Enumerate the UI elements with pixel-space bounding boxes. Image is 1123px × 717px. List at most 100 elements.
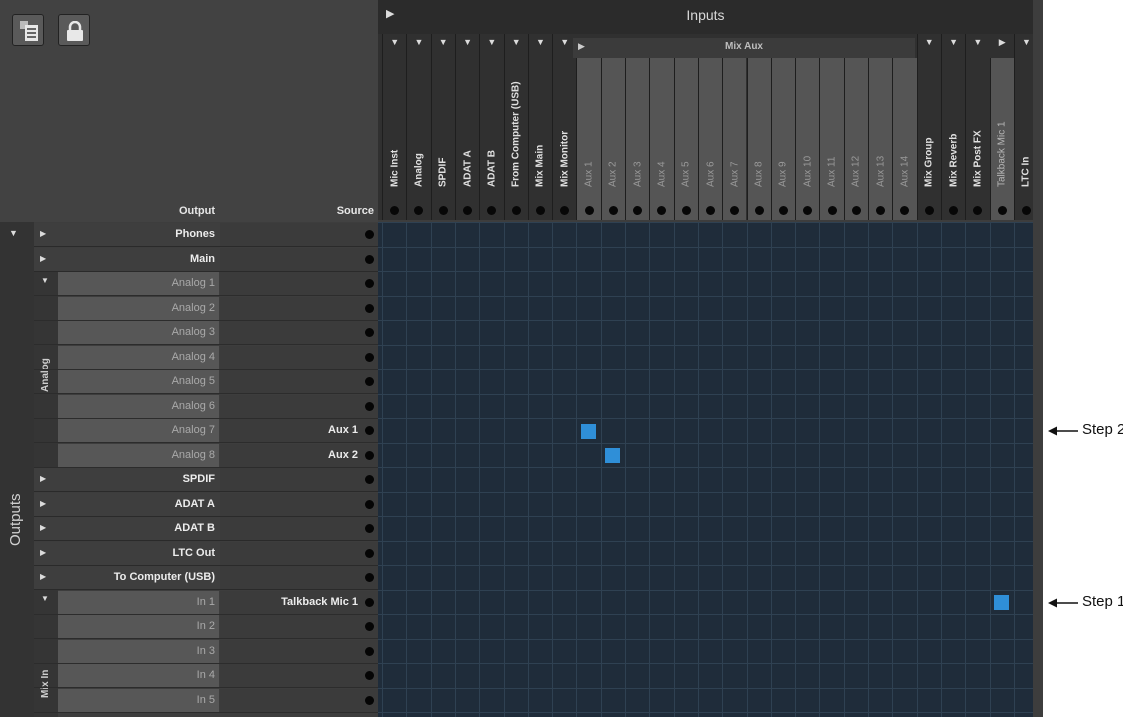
row-connector-dot[interactable] xyxy=(365,548,374,558)
outputs-collapse-icon[interactable]: ▼ xyxy=(9,228,18,238)
row-connector-dot[interactable] xyxy=(365,279,374,288)
column-connector-dot[interactable] xyxy=(900,206,910,215)
row-expand-icon[interactable]: ▶ xyxy=(40,572,46,581)
lock-button[interactable] xyxy=(58,14,90,46)
output-row-in-5[interactable]: In 5 xyxy=(34,688,378,713)
column-analog[interactable]: ▼ Analog xyxy=(406,34,430,220)
column-aux-14[interactable]: Aux 14 xyxy=(892,58,917,220)
output-row-in-3[interactable]: In 3 xyxy=(34,639,378,664)
output-row-analog-3[interactable]: Analog 3 xyxy=(34,321,378,345)
column-talkback-mic-1[interactable]: ▶ Talkback Mic 1 xyxy=(989,38,1014,220)
row-connector-dot[interactable] xyxy=(365,450,374,460)
row-expand-icon[interactable]: ▶ xyxy=(40,474,46,483)
column-aux-12[interactable]: Aux 12 xyxy=(843,58,868,220)
column-connector-dot[interactable] xyxy=(414,206,424,215)
column-mix-monitor[interactable]: ▼ Mix Monitor xyxy=(552,34,576,220)
row-connector-dot[interactable] xyxy=(365,328,374,337)
column-aux-7[interactable]: Aux 7 xyxy=(722,58,747,220)
row-connector-dot[interactable] xyxy=(365,254,374,264)
route-cell[interactable] xyxy=(605,448,621,464)
output-row-analog-8[interactable]: Analog 8 Aux 2 xyxy=(34,443,378,468)
output-row-in-4[interactable]: In 4 xyxy=(34,664,378,688)
row-connector-dot[interactable] xyxy=(365,524,374,533)
column-aux-2[interactable]: Aux 2 xyxy=(600,58,625,220)
output-row-main[interactable]: ▶ Main xyxy=(34,247,378,272)
column-mix-main[interactable]: ▼ Mix Main xyxy=(527,34,552,220)
column-menu-icon[interactable]: ▼ xyxy=(966,38,989,47)
column-aux-13[interactable]: Aux 13 xyxy=(868,58,893,220)
column-mix-post-fx[interactable]: ▼ Mix Post FX xyxy=(965,34,989,220)
output-row-analog-5[interactable]: Analog 5 xyxy=(34,370,378,394)
column-menu-icon[interactable]: ▼ xyxy=(383,38,406,47)
column-aux-11[interactable]: Aux 11 xyxy=(819,58,844,220)
output-row-adat-a[interactable]: ▶ ADAT A xyxy=(34,492,378,517)
output-row-analog-1[interactable]: Analog 1 xyxy=(34,272,378,296)
row-connector-dot[interactable] xyxy=(365,426,374,435)
column-from-computer-usb-[interactable]: ▼ From Computer (USB) xyxy=(503,34,528,220)
column-menu-icon[interactable]: ▼ xyxy=(529,38,552,47)
routing-grid[interactable] xyxy=(378,222,1033,717)
output-row-analog-7[interactable]: Analog 7 Aux 1 xyxy=(34,419,378,443)
column-aux-4[interactable]: Aux 4 xyxy=(649,58,674,220)
column-connector-dot[interactable] xyxy=(487,206,497,215)
output-row-in-2[interactable]: In 2 xyxy=(34,615,378,639)
row-connector-dot[interactable] xyxy=(365,377,374,386)
route-cell[interactable] xyxy=(581,423,597,439)
row-connector-dot[interactable] xyxy=(365,671,374,680)
column-connector-dot[interactable] xyxy=(949,206,959,215)
column-adat-b[interactable]: ▼ ADAT B xyxy=(479,34,503,220)
output-row-adat-b[interactable]: ▶ ADAT B xyxy=(34,517,378,541)
column-aux-6[interactable]: Aux 6 xyxy=(697,58,723,220)
column-menu-icon[interactable]: ▼ xyxy=(505,38,528,47)
row-connector-dot[interactable] xyxy=(365,622,374,631)
column-menu-icon[interactable]: ▼ xyxy=(918,38,941,47)
column-connector-dot[interactable] xyxy=(535,206,545,215)
window-list-button[interactable] xyxy=(12,14,44,46)
column-menu-icon[interactable]: ▼ xyxy=(407,38,430,47)
column-menu-icon[interactable]: ▼ xyxy=(432,38,455,47)
column-connector-dot[interactable] xyxy=(973,206,983,215)
column-connector-dot[interactable] xyxy=(924,206,934,215)
column-connector-dot[interactable] xyxy=(633,206,643,215)
output-row-phones[interactable]: ▶ Phones xyxy=(34,223,378,247)
row-connector-dot[interactable] xyxy=(365,695,374,705)
column-menu-icon[interactable]: ▼ xyxy=(1015,38,1038,47)
row-connector-dot[interactable] xyxy=(365,475,374,484)
row-connector-dot[interactable] xyxy=(365,646,374,656)
column-aux-10[interactable]: Aux 10 xyxy=(795,58,820,220)
column-connector-dot[interactable] xyxy=(706,206,716,215)
column-menu-icon[interactable]: ▼ xyxy=(456,38,479,47)
column-connector-dot[interactable] xyxy=(657,206,667,215)
column-connector-dot[interactable] xyxy=(851,206,861,215)
column-connector-dot[interactable] xyxy=(876,206,886,215)
column-aux-5[interactable]: Aux 5 xyxy=(673,58,698,220)
row-expand-icon[interactable]: ▶ xyxy=(40,523,46,532)
column-mix-group[interactable]: ▼ Mix Group xyxy=(916,34,941,220)
column-connector-dot[interactable] xyxy=(560,206,570,215)
column-connector-dot[interactable] xyxy=(681,206,691,215)
row-connector-dot[interactable] xyxy=(365,573,374,582)
output-row-spdif[interactable]: ▶ SPDIF xyxy=(34,468,378,492)
column-connector-dot[interactable] xyxy=(390,206,400,215)
row-connector-dot[interactable] xyxy=(365,303,374,313)
column-connector-dot[interactable] xyxy=(463,206,473,215)
column-connector-dot[interactable] xyxy=(511,206,521,215)
row-connector-dot[interactable] xyxy=(365,401,374,411)
route-cell[interactable] xyxy=(994,595,1010,611)
column-menu-icon[interactable]: ▼ xyxy=(942,38,965,47)
row-connector-dot[interactable] xyxy=(365,597,374,607)
output-row-to-computer-usb-[interactable]: ▶ To Computer (USB) xyxy=(34,566,378,590)
column-connector-dot[interactable] xyxy=(584,206,594,215)
column-connector-dot[interactable] xyxy=(803,206,813,215)
column-menu-icon[interactable]: ▼ xyxy=(480,38,503,47)
row-connector-dot[interactable] xyxy=(365,499,374,509)
column-connector-dot[interactable] xyxy=(438,206,448,215)
column-mic-inst[interactable]: ▼ Mic Inst xyxy=(382,34,406,220)
row-connector-dot[interactable] xyxy=(365,230,374,239)
column-aux-8[interactable]: Aux 8 xyxy=(746,58,771,220)
column-menu-icon[interactable]: ▶ xyxy=(991,38,1014,47)
column-connector-dot[interactable] xyxy=(730,206,740,215)
row-expand-icon[interactable]: ▶ xyxy=(40,499,46,508)
column-aux-1[interactable]: Aux 1 xyxy=(576,58,601,220)
column-connector-dot[interactable] xyxy=(754,206,764,215)
